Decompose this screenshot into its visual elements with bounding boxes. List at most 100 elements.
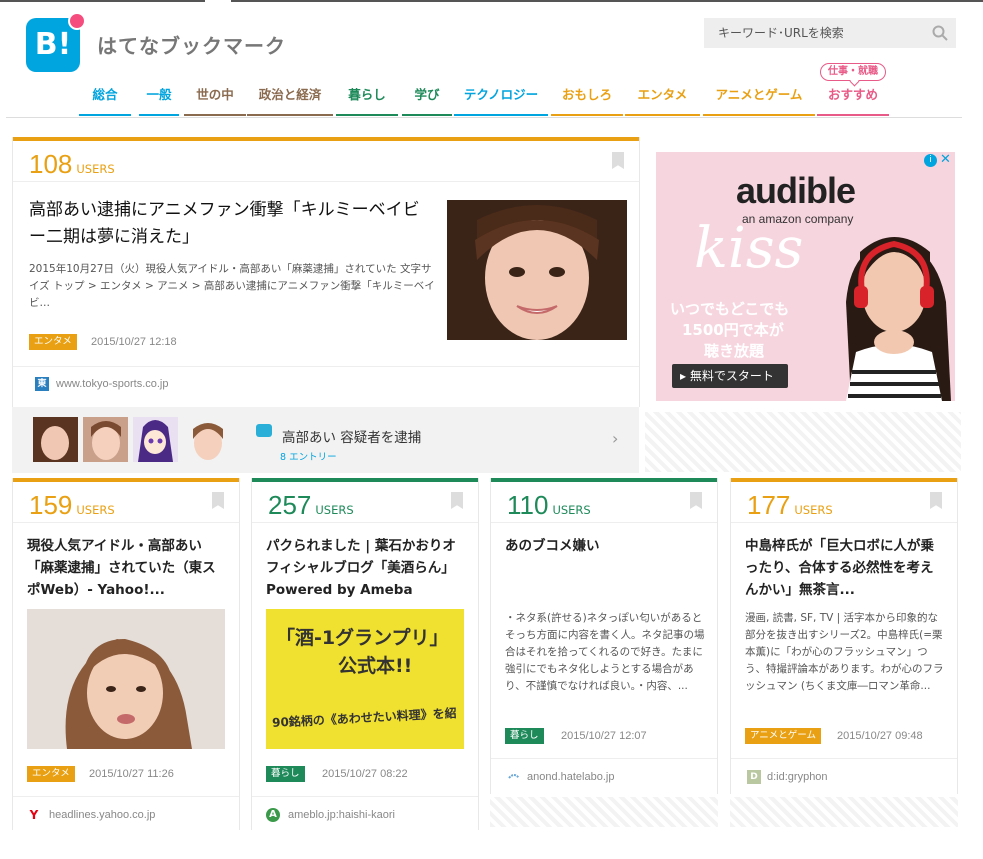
bookmark-icon[interactable] [451, 492, 463, 509]
nav-game[interactable]: アニメとゲーム [703, 84, 815, 116]
ad-line3: 聴き放題 [704, 342, 765, 360]
nav-it[interactable]: テクノロジー [454, 84, 548, 116]
nav-recommend[interactable]: おすすめ [817, 84, 889, 116]
speech-bubble-icon [256, 424, 272, 437]
category-tag[interactable]: 暮らし [505, 728, 544, 744]
entry-title[interactable]: 高部あい逮捕にアニメファン衝撃「キルミーベイビー二期は夢に消えた」 [29, 197, 424, 251]
separator [731, 522, 957, 523]
nav-general-all[interactable]: 総合 [79, 84, 131, 116]
category-tag[interactable]: 暮らし [266, 766, 305, 782]
search-icon[interactable] [932, 25, 948, 41]
separator [731, 758, 957, 759]
photo-text-3: 90銘柄の《あわせたい料理》を紹 [271, 706, 457, 730]
ad-padding [645, 412, 961, 472]
category-bar [491, 478, 717, 482]
nav-fun[interactable]: おもしろ [551, 84, 623, 116]
bookmark-icon[interactable] [612, 152, 624, 169]
separator [13, 181, 639, 182]
bookmark-icon[interactable] [212, 492, 224, 509]
entry-date: 2015/10/27 12:07 [561, 730, 647, 742]
card-padding [730, 797, 958, 827]
nav-life[interactable]: 暮らし [336, 84, 398, 116]
users-label: USERS [552, 503, 591, 517]
related-count[interactable]: 8 エントリー [280, 449, 337, 463]
entry-thumbnail[interactable] [447, 200, 627, 340]
logo-dot [68, 12, 86, 30]
entry-title[interactable]: パクられました | 葉石かおりオフィシャルブログ「美酒らん」Powered by… [266, 535, 466, 601]
site-favicon: A [266, 808, 280, 822]
category-tag[interactable]: エンタメ [29, 334, 77, 350]
ad-close-icon[interactable]: ✕ [940, 152, 951, 167]
thumb-image [83, 417, 128, 462]
users-number: 110 [507, 490, 549, 520]
portrait-image [447, 200, 627, 340]
users-number: 177 [747, 490, 791, 520]
entry-title[interactable]: 現役人気アイドル・高部あい「麻薬逮捕」されていた（東スポWeb）- Yahoo!… [27, 535, 227, 601]
bookmark-icon[interactable] [690, 492, 702, 509]
ad-line1: いつでもどこでも [670, 300, 790, 318]
search-input[interactable] [704, 18, 956, 48]
entry-thumbnail[interactable] [27, 609, 225, 749]
entry-description: 漫画, 読書, SF, TV | 活字本から印象的な部分を抜き出すシリーズ2。中… [745, 612, 944, 692]
ad-cta-button[interactable]: ▸ 無料でスタート [672, 364, 788, 388]
category-bar [13, 478, 239, 482]
category-tag[interactable]: アニメとゲーム [745, 728, 822, 744]
users-count[interactable]: 110 USERS [507, 490, 591, 521]
users-count[interactable]: 108 USERS [29, 149, 115, 180]
entry-domain[interactable]: www.tokyo-sports.co.jp [56, 378, 168, 390]
entry-title[interactable]: 中島梓氏が「巨大ロボに人が乗ったり、合体する必然性を考えんかい」無茶言... [745, 535, 945, 601]
nav-entertainment[interactable]: エンタメ [625, 84, 700, 116]
nav-economics[interactable]: 政治と経済 [247, 84, 333, 116]
entry-date: 2015/10/27 08:22 [322, 768, 408, 780]
site-favicon: D [747, 770, 761, 784]
nav-general[interactable]: 一般 [139, 84, 179, 116]
related-thumb[interactable] [133, 417, 178, 462]
users-count[interactable]: 159 USERS [29, 490, 115, 521]
related-thumb[interactable] [183, 417, 228, 462]
entry-card[interactable]: 257 USERS パクられました | 葉石かおりオフィシャルブログ「美酒らん」P… [251, 478, 479, 830]
bookmark-icon[interactable] [930, 492, 942, 509]
users-number: 108 [29, 149, 73, 179]
category-bar [252, 478, 478, 482]
nav-knowledge[interactable]: 学び [402, 84, 452, 116]
featured-entry[interactable]: 108 USERS 高部あい逮捕にアニメファン衝撃「キルミーベイビー二期は夢に消え… [12, 137, 640, 407]
users-label: USERS [76, 503, 115, 517]
users-count[interactable]: 177 USERS [747, 490, 833, 521]
entry-domain[interactable]: headlines.yahoo.co.jp [49, 809, 155, 821]
separator [491, 522, 717, 523]
portrait-image [27, 609, 225, 749]
related-thumb[interactable] [33, 417, 78, 462]
entry-date: 2015/10/27 12:18 [91, 336, 177, 348]
category-bar [13, 137, 639, 141]
thumb-image [183, 417, 228, 462]
entry-title[interactable]: あのブコメ嫌い [505, 535, 705, 557]
related-topic[interactable]: 高部あい 容疑者を逮捕 8 エントリー › [12, 407, 639, 473]
entry-card[interactable]: 177 USERS 中島梓氏が「巨大ロボに人が乗ったり、合体する必然性を考えんかい… [730, 478, 958, 794]
entry-thumbnail[interactable]: 「酒-1グランプリ」 公式本!! 90銘柄の《あわせたい料理》を紹 [266, 609, 464, 749]
related-title[interactable]: 高部あい 容疑者を逮捕 [282, 426, 421, 446]
category-bar [731, 478, 957, 482]
category-tag[interactable]: エンタメ [27, 766, 75, 782]
entry-domain[interactable]: ameblo.jp:haishi-kaori [288, 809, 395, 821]
ad-banner[interactable]: . audible an amazon company kiss いつでもどこで… [656, 152, 955, 401]
entry-card[interactable]: 110 USERS あのブコメ嫌い ・ネタ系(許せる)ネタっぽい匂いがあるとそっち… [490, 478, 718, 794]
separator [13, 366, 639, 367]
ad-info-icon[interactable]: i [924, 154, 937, 167]
nav-pill-job[interactable]: 仕事・就職 [820, 63, 886, 81]
entry-date: 2015/10/27 11:26 [89, 768, 174, 780]
nav-social[interactable]: 世の中 [184, 84, 246, 116]
separator [13, 796, 239, 797]
ad-script: kiss [694, 216, 804, 281]
photo-text-1: 「酒-1グランプリ」 [276, 627, 449, 649]
entry-card[interactable]: 159 USERS 現役人気アイドル・高部あい「麻薬逮捕」されていた（東スポWeb… [12, 478, 240, 830]
site-title[interactable]: はてなブックマーク [97, 30, 286, 59]
ad-line2: 1500円で本が [682, 321, 784, 339]
ad-brand: audible [736, 170, 856, 211]
card-padding [490, 797, 718, 827]
separator [491, 758, 717, 759]
related-thumb[interactable] [83, 417, 128, 462]
users-count[interactable]: 257 USERS [268, 490, 354, 521]
entry-domain[interactable]: anond.hatelabo.jp [527, 771, 614, 783]
entry-domain[interactable]: d:id:gryphon [767, 771, 828, 783]
chevron-right-icon[interactable]: › [612, 429, 618, 448]
